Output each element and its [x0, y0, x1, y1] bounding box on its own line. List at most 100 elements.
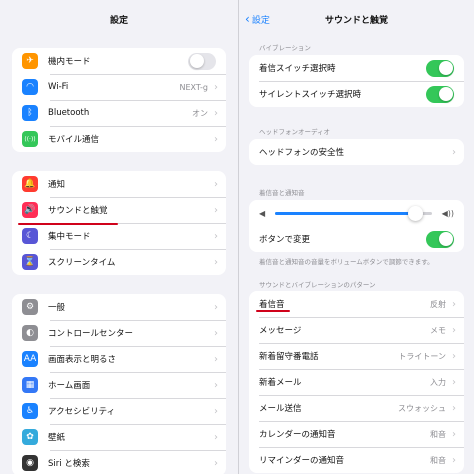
sidebar-item-label: Bluetooth [48, 108, 90, 118]
pattern-row[interactable]: メール送信 スウォッシュ › [249, 395, 464, 421]
chevron-right-icon: › [214, 178, 218, 190]
volume-slider-fill [275, 211, 416, 215]
sidebar-item-label: サウンドと触覚 [48, 206, 108, 216]
cellular-icon: ((·)) [22, 131, 38, 147]
chevron-right-icon: › [452, 428, 456, 440]
sidebar-item[interactable]: ◉ Siri と検索 › [12, 450, 226, 474]
vibration-row: 着信スイッチ選択時 [249, 55, 464, 81]
pattern-row-label: メール送信 [259, 404, 302, 414]
button-change-toggle[interactable] [426, 230, 454, 248]
pattern-row[interactable]: メッセージ メモ › [249, 317, 464, 343]
sidebar-item[interactable]: ⌛ スクリーンタイム › [12, 249, 226, 275]
pattern-row[interactable]: リマインダーの通知音 和音 › [249, 447, 464, 473]
sidebar-item[interactable]: ◐ コントロールセンター › [12, 320, 226, 346]
sidebar-item[interactable]: ᛒ Bluetooth オン › [12, 100, 226, 126]
sidebar-item[interactable]: ✿ 壁紙 › [12, 424, 226, 450]
volume-header: 着信音と通知音 [259, 189, 305, 197]
vibration-row-label: サイレントスイッチ選択時 [259, 90, 362, 100]
chevron-right-icon: › [214, 133, 218, 145]
sidebar-item-label: 通知 [48, 180, 66, 190]
connectivity-group: ✈ 機内モード ◠ Wi-Fi NEXT-g › ᛒ Bluetooth オン › ((·)) モバイ… [12, 48, 226, 152]
headphone-row[interactable]: ヘッドフォンの安全性 › [249, 139, 464, 165]
sidebar-item[interactable]: ▦ ホーム画面 › [12, 372, 226, 398]
sidebar-item-label: 壁紙 [48, 433, 66, 443]
chevron-right-icon: › [452, 298, 456, 310]
sidebar-item-value: NEXT-g [179, 82, 209, 92]
sidebar-item[interactable]: ✈ 機内モード [12, 48, 226, 74]
sound-settings-pane: ‹ 設定 サウンドと触覚 バイブレーション 着信スイッチ選択時 サイレントスイッチ… [239, 0, 474, 474]
vibration-group: 着信スイッチ選択時サイレントスイッチ選択時 [249, 55, 464, 107]
siri-icon: ◉ [22, 455, 38, 471]
headphone-header: ヘッドフォンオーディオ [259, 128, 331, 136]
settings-sidebar: 設定 ✈ 機内モード ◠ Wi-Fi NEXT-g › ᛒ Bluetooth オン › ((·))… [0, 0, 238, 474]
vibration-row: サイレントスイッチ選択時 [249, 81, 464, 107]
volume-slider[interactable] [275, 205, 432, 221]
sidebar-item[interactable]: 🔊 サウンドと触覚 › [12, 197, 226, 223]
page-title: サウンドと触覚 [324, 16, 388, 26]
gear-icon: ⚙ [22, 299, 38, 315]
volume-slider-thumb[interactable] [408, 205, 424, 221]
vibration-row-label: 着信スイッチ選択時 [259, 64, 336, 74]
pattern-row-label: メッセージ [259, 326, 302, 336]
chevron-right-icon: › [214, 107, 218, 119]
pattern-row[interactable]: カレンダーの通知音 和音 › [249, 421, 464, 447]
pattern-row[interactable]: 新着メール 入力 › [249, 369, 464, 395]
chevron-right-icon: › [214, 230, 218, 242]
pattern-row-value: メモ [430, 325, 446, 335]
chevron-right-icon: › [452, 324, 456, 336]
sidebar-item[interactable]: ☾ 集中モード › [12, 223, 226, 249]
sidebar-item-label: スクリーンタイム [48, 258, 116, 268]
airplane-icon: ✈ [22, 53, 38, 69]
sidebar-item-label: 集中モード [48, 232, 91, 242]
pattern-row-value: 和音 [430, 429, 446, 439]
pattern-row-label: リマインダーの通知音 [259, 456, 345, 466]
pattern-row-label: 新着メール [259, 378, 302, 388]
sidebar-item[interactable]: ((·)) モバイル通信 › [12, 126, 226, 152]
chevron-right-icon: › [214, 457, 218, 469]
pattern-row-value: 入力 [430, 377, 446, 387]
sidebar-item[interactable]: AA 画面表示と明るさ › [12, 346, 226, 372]
bluetooth-icon: ᛒ [22, 105, 38, 121]
highlight-underline-sound [18, 223, 118, 225]
chevron-right-icon: › [214, 379, 218, 391]
pattern-row-value: 反射 [430, 299, 446, 309]
speaker-low-icon: ◀ [259, 208, 266, 218]
pattern-row-value: スウォッシュ [398, 403, 446, 413]
chevron-right-icon: › [214, 81, 218, 93]
sidebar-item-label: 機内モード [48, 57, 91, 67]
general-group: ⚙ 一般 › ◐ コントロールセンター › AA 画面表示と明るさ › ▦ ホーム画面 › ♿ アクセシビ… [12, 294, 226, 474]
chevron-right-icon: › [214, 327, 218, 339]
speaker-high-icon: ◀)) [441, 208, 454, 218]
chevron-right-icon: › [214, 353, 218, 365]
chevron-right-icon: › [452, 146, 456, 158]
highlight-underline-ringtone [256, 310, 290, 312]
sidebar-item-label: Siri と検索 [48, 459, 90, 469]
sidebar-item[interactable]: ♿ アクセシビリティ › [12, 398, 226, 424]
sidebar-item[interactable]: ⚙ 一般 › [12, 294, 226, 320]
vibration-row-toggle[interactable] [426, 59, 454, 77]
chevron-right-icon: › [214, 431, 218, 443]
sidebar-item-label: ホーム画面 [48, 381, 91, 391]
wallpaper-icon: ✿ [22, 429, 38, 445]
vibration-row-toggle[interactable] [426, 85, 454, 103]
pattern-row[interactable]: 着信音 反射 › [249, 291, 464, 317]
airplane-mode-toggle[interactable] [188, 52, 216, 70]
button-change-label: ボタンで変更 [259, 235, 311, 245]
sidebar-item-label: アクセシビリティ [48, 407, 116, 417]
sidebar-item-value: オン [192, 108, 208, 118]
bell-icon: 🔔 [22, 176, 38, 192]
sidebar-item[interactable]: 🔔 通知 › [12, 171, 226, 197]
pattern-row[interactable]: 新着留守番電話 トライトーン › [249, 343, 464, 369]
text-size-icon: AA [22, 351, 38, 367]
pattern-row-value: トライトーン [398, 351, 446, 361]
sidebar-item[interactable]: ◠ Wi-Fi NEXT-g › [12, 74, 226, 100]
headphone-row-label: ヘッドフォンの安全性 [259, 148, 345, 158]
moon-icon: ☾ [22, 228, 38, 244]
vibration-header: バイブレーション [259, 44, 311, 52]
sidebar-item-label: Wi-Fi [48, 82, 69, 92]
chevron-right-icon: › [214, 405, 218, 417]
pattern-row-value: 和音 [430, 455, 446, 465]
chevron-right-icon: › [452, 376, 456, 388]
grid-icon: ▦ [22, 377, 38, 393]
wifi-icon: ◠ [22, 79, 38, 95]
